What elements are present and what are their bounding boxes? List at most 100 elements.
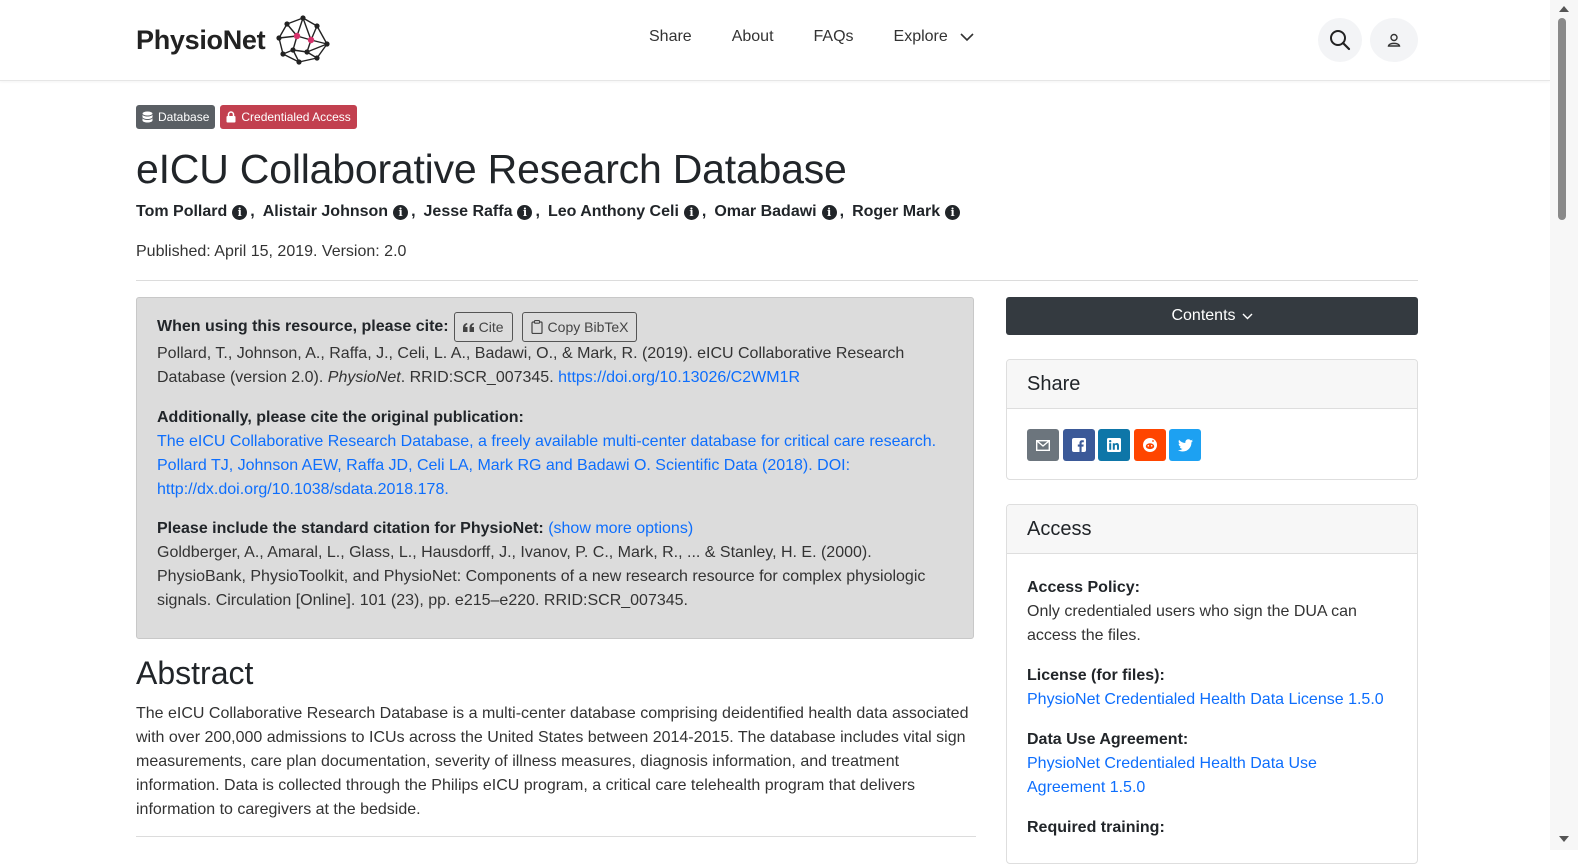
resource-citation: Pollard, T., Johnson, A., Raffa, J., Cel…: [157, 342, 957, 390]
info-icon[interactable]: i: [517, 204, 533, 220]
share-reddit-button[interactable]: [1133, 429, 1166, 461]
access-policy-label: Access Policy:: [1027, 579, 1140, 596]
physionet-citation: Please include the standard citation for…: [157, 517, 957, 613]
access-policy-text: Only credentialed users who sign the DUA…: [1027, 603, 1357, 644]
citation-box: When using this resource, please cite: C…: [136, 297, 974, 639]
lock-icon: [226, 111, 236, 123]
info-icon[interactable]: i: [945, 204, 961, 220]
training-label: Required training:: [1027, 819, 1165, 836]
author-name: Alistair Johnson: [262, 203, 389, 220]
author: Tom Pollard i: [136, 203, 248, 221]
citation-header: When using this resource, please cite: C…: [157, 312, 638, 342]
cite-button-label: Cite: [478, 319, 504, 335]
database-badge-label: Database: [158, 110, 210, 124]
share-card: Share: [1006, 359, 1418, 480]
divider: [136, 836, 976, 837]
author: Jesse Raffa i: [424, 203, 533, 221]
account-button[interactable]: [1370, 18, 1418, 62]
access-policy: Access Policy: Only credentialed users w…: [1027, 576, 1397, 648]
search-icon: [1330, 30, 1351, 51]
nav-about[interactable]: About: [732, 28, 774, 46]
page-title: eICU Collaborative Research Database: [136, 146, 847, 192]
license-label: License (for files):: [1027, 667, 1165, 684]
info-icon[interactable]: i: [393, 204, 409, 220]
linkedin-icon: [1107, 438, 1121, 452]
original-publication-link[interactable]: The eICU Collaborative Research Database…: [157, 433, 936, 498]
dua-label: Data Use Agreement:: [1027, 731, 1189, 748]
reddit-icon: [1142, 438, 1157, 452]
project-badges: Database Credentialed Access: [136, 105, 362, 129]
original-heading: Additionally, please cite the original p…: [157, 409, 524, 426]
contents-label: Contents: [1171, 307, 1236, 324]
abstract-text: The eICU Collaborative Research Database…: [136, 705, 969, 818]
citation-rrid: . RRID:SCR_007345.: [400, 369, 554, 386]
data-use-agreement: Data Use Agreement: PhysioNet Credential…: [1027, 728, 1397, 800]
author-name: Tom Pollard: [136, 203, 228, 220]
share-linkedin-button[interactable]: [1098, 429, 1130, 461]
author: Alistair Johnson i: [262, 203, 409, 221]
divider: [136, 280, 1418, 281]
share-twitter-button[interactable]: [1169, 429, 1201, 461]
author: Roger Mark i: [852, 203, 961, 221]
author: Omar Badawi i: [714, 203, 837, 221]
share-card-header: Share: [1007, 360, 1417, 409]
access-details: Access Policy: Only credentialed users w…: [1007, 554, 1417, 840]
nav-faqs[interactable]: FAQs: [814, 28, 854, 46]
access-card-header: Access: [1007, 505, 1417, 554]
cite-button[interactable]: Cite: [453, 312, 513, 342]
license: License (for files): PhysioNet Credentia…: [1027, 664, 1397, 712]
main-nav: Share About FAQs Explore: [649, 28, 1014, 46]
info-icon[interactable]: i: [683, 204, 699, 220]
standard-heading: Please include the standard citation for…: [157, 520, 544, 537]
publication-info: Published: April 15, 2019. Version: 2.0: [136, 243, 407, 260]
site-header: PhysioNet Share About FAQs Explore: [0, 0, 1550, 81]
citation-heading: When using this resource, please cite:: [157, 318, 449, 335]
copy-bibtex-button[interactable]: Copy BibTeX: [521, 312, 638, 342]
chevron-down-icon: [1242, 313, 1253, 319]
contents-dropdown-button[interactable]: Contents: [1006, 297, 1418, 335]
database-badge: Database: [136, 105, 216, 129]
citation-doi-link[interactable]: https://doi.org/10.13026/C2WM1R: [558, 369, 800, 386]
author-name: Omar Badawi: [714, 203, 817, 220]
scroll-up-arrow[interactable]: [1559, 6, 1569, 12]
author-name: Roger Mark: [852, 203, 941, 220]
share-facebook-button[interactable]: [1062, 429, 1095, 461]
standard-citation-text: Goldberger, A., Amaral, L., Glass, L., H…: [157, 544, 926, 609]
nav-explore-label: Explore: [893, 28, 948, 45]
scroll-thumb[interactable]: [1558, 18, 1566, 220]
info-icon[interactable]: i: [821, 204, 837, 220]
dua-link[interactable]: PhysioNet Credentialed Health Data Use A…: [1027, 755, 1317, 796]
user-icon: [1387, 33, 1401, 47]
author-name: Jesse Raffa: [423, 203, 513, 220]
required-training: Required training:: [1027, 816, 1397, 840]
database-icon: [142, 111, 153, 123]
author: Leo Anthony Celi i: [548, 203, 699, 221]
facebook-icon: [1071, 438, 1086, 452]
chevron-down-icon: [960, 32, 974, 41]
nav-share[interactable]: Share: [649, 28, 692, 46]
copy-bibtex-label: Copy BibTeX: [547, 319, 629, 335]
license-link[interactable]: PhysioNet Credentialed Health Data Licen…: [1027, 691, 1384, 708]
original-publication: Additionally, please cite the original p…: [157, 406, 957, 502]
nav-explore[interactable]: Explore: [894, 28, 974, 46]
info-icon[interactable]: i: [232, 204, 248, 220]
share-buttons: [1007, 409, 1417, 461]
access-card: Access Access Policy: Only credentialed …: [1006, 504, 1418, 864]
twitter-icon: [1177, 438, 1193, 451]
author-list: Tom Pollard i, Alistair Johnson i, Jesse R…: [136, 203, 961, 221]
abstract-heading: Abstract: [136, 655, 254, 691]
credentialed-access-badge: Credentialed Access: [220, 105, 357, 129]
email-icon: [1036, 439, 1050, 451]
clipboard-icon: [530, 320, 543, 334]
show-more-options-link[interactable]: (show more options): [548, 520, 693, 537]
share-email-button[interactable]: [1027, 429, 1059, 461]
physionet-logo[interactable]: PhysioNet: [136, 14, 331, 66]
network-logo-icon: [276, 15, 330, 65]
search-button[interactable]: [1318, 18, 1362, 62]
quote-icon: [462, 322, 474, 332]
scroll-down-arrow[interactable]: [1559, 836, 1569, 842]
page-scrollbar[interactable]: [1550, 0, 1578, 850]
credentialed-badge-label: Credentialed Access: [241, 110, 351, 124]
citation-journal: PhysioNet: [327, 369, 401, 386]
author-name: Leo Anthony Celi: [547, 203, 679, 220]
